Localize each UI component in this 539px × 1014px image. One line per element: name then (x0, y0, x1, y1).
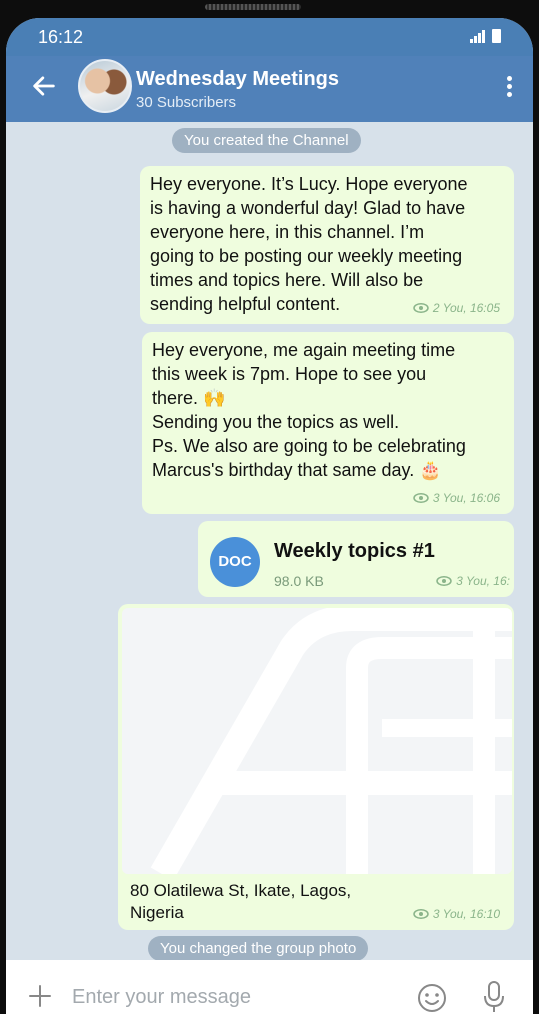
channel-title[interactable]: Wednesday Meetings (136, 68, 339, 91)
more-vert-icon[interactable] (507, 76, 513, 98)
service-message-created: You created the Channel (172, 128, 361, 153)
message-bubble[interactable]: Hey everyone. It’s Lucy. Hope everyone i… (140, 166, 514, 324)
eye-icon (436, 576, 452, 586)
eye-icon (413, 493, 429, 503)
document-icon[interactable]: DOC (210, 537, 260, 587)
phone-frame: 16:12 Wednesday Meetings 30 Subscribers … (0, 0, 539, 1014)
message-text: Hey everyone. It’s Lucy. Hope everyone i… (150, 174, 468, 314)
document-size: 98.0 KB (274, 573, 324, 589)
chat-header: Wednesday Meetings 30 Subscribers (6, 56, 533, 122)
message-views-time: 3 You, 16:06 (432, 491, 500, 505)
emoji-icon[interactable] (416, 982, 448, 1014)
location-message[interactable]: 80 Olatilewa St, Ikate, Lagos, Nigeria 3… (118, 604, 514, 930)
location-address: 80 Olatilewa St, Ikate, Lagos, Nigeria (130, 881, 352, 922)
document-title: Weekly topics #1 (274, 540, 435, 562)
battery-icon (492, 29, 501, 43)
message-bubble[interactable]: Hey everyone, me again meeting time this… (142, 332, 514, 514)
message-meta: 2 You, 16:05 (413, 296, 500, 320)
message-text: Hey everyone, me again meeting time this… (152, 340, 466, 480)
document-message[interactable]: DOC Weekly topics #1 98.0 KB 3 You, 16: (198, 521, 514, 597)
status-bar: 16:12 (6, 18, 533, 56)
message-input-bar (6, 960, 533, 1014)
map-roads (150, 608, 512, 874)
service-message-photo: You changed the group photo (148, 936, 369, 961)
message-views-time: 3 You, 16:10 (432, 907, 500, 921)
status-time: 16:12 (38, 27, 84, 47)
status-icons (470, 29, 501, 43)
message-meta: 3 You, 16: (436, 569, 510, 593)
mic-icon[interactable] (482, 980, 506, 1014)
message-meta: 3 You, 16:10 (413, 902, 500, 926)
map-preview[interactable] (122, 608, 512, 874)
chat-area[interactable]: You created the Channel Hey everyone. It… (6, 122, 533, 968)
message-views-time: 3 You, 16: (456, 574, 510, 588)
message-input[interactable] (72, 984, 372, 1010)
signal-icon (470, 30, 485, 43)
plus-icon[interactable] (28, 984, 52, 1008)
eye-icon (413, 909, 429, 919)
channel-avatar[interactable] (78, 59, 132, 113)
back-arrow-icon[interactable] (30, 72, 58, 100)
eye-icon (413, 303, 429, 313)
screen: 16:12 Wednesday Meetings 30 Subscribers … (6, 18, 533, 1014)
speaker-grille (205, 4, 301, 10)
message-meta: 3 You, 16:06 (413, 486, 500, 510)
channel-subscribers: 30 Subscribers (136, 94, 237, 111)
message-views-time: 2 You, 16:05 (432, 301, 500, 315)
